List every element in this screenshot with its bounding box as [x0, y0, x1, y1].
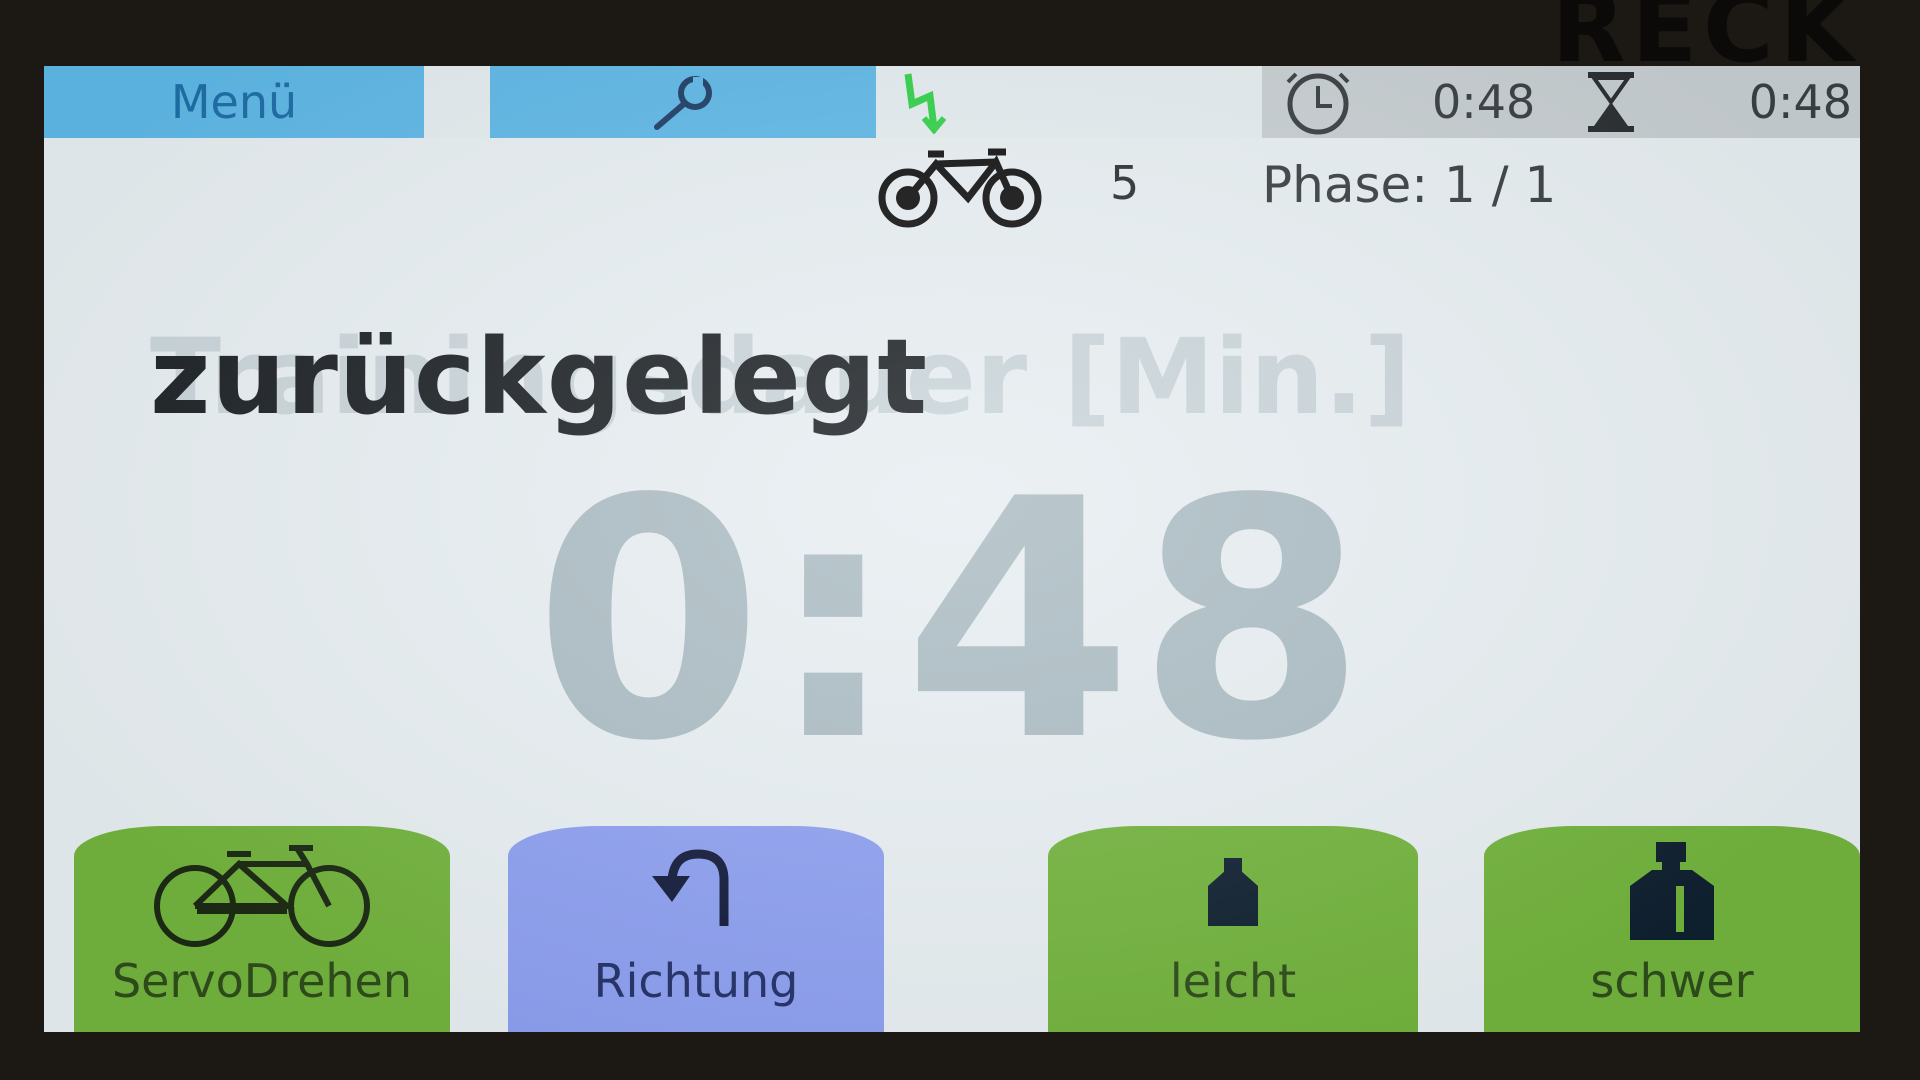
small-weight-icon: [1208, 858, 1258, 926]
power-bolt-icon: [904, 73, 947, 134]
easy-button[interactable]: leicht: [1048, 826, 1418, 1032]
hard-label: schwer: [1590, 954, 1754, 1008]
main-label: zurückgelegt: [150, 316, 929, 438]
menu-button[interactable]: Menü: [44, 66, 424, 138]
servo-turn-label: ServoDrehen: [111, 954, 412, 1008]
touch-screen: Menü 0:48 0:48 5 Phase: 1 / 1 Trainingsd…: [44, 66, 1860, 1032]
phase-indicator: Phase: 1 / 1: [1262, 156, 1557, 214]
gear-level: 5: [1110, 156, 1140, 210]
elapsed-time: 0:48: [1432, 75, 1536, 129]
turn-arrow-icon: [652, 849, 729, 926]
hourglass-icon: [1588, 72, 1634, 132]
direction-label: Richtung: [593, 954, 799, 1008]
easy-label: leicht: [1169, 954, 1297, 1008]
remaining-time: 0:48: [1748, 75, 1852, 129]
top-bar: Menü 0:48 0:48: [44, 66, 1860, 138]
tools-button[interactable]: [490, 66, 876, 138]
servo-turn-button[interactable]: ServoDrehen: [74, 826, 450, 1032]
tandem-bike-icon: [878, 148, 1042, 228]
bicycle-icon: [154, 845, 370, 947]
hard-button[interactable]: schwer: [1484, 826, 1860, 1032]
timer-panel: 0:48 0:48: [1262, 66, 1860, 138]
large-weight-icon: [1630, 842, 1714, 940]
main-time-value: 0:48: [533, 429, 1371, 813]
direction-button[interactable]: Richtung: [508, 826, 884, 1032]
wrench-icon: [654, 76, 712, 130]
clock-icon: [1286, 72, 1350, 135]
